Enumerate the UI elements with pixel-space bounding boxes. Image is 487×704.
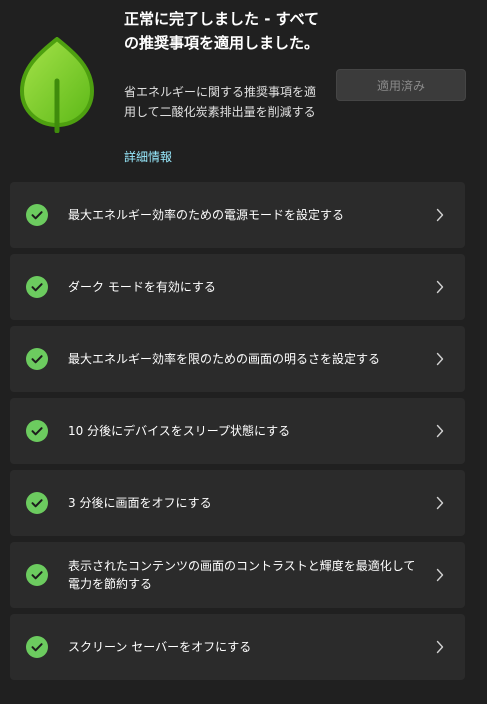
recommendation-item-power-mode[interactable]: 最大エネルギー効率のための電源モードを設定する xyxy=(10,182,465,248)
learn-more-link[interactable]: 詳細情報 xyxy=(124,147,172,167)
check-icon xyxy=(26,204,48,226)
chevron-right-icon xyxy=(436,280,444,294)
chevron-right-icon xyxy=(436,496,444,510)
leaf-icon xyxy=(20,37,94,133)
applied-button[interactable]: 適用済み xyxy=(336,69,466,101)
chevron-right-icon xyxy=(436,424,444,438)
check-icon xyxy=(26,636,48,658)
recommendation-label: 最大エネルギー効率を限のための画面の明るさを設定する xyxy=(68,352,381,366)
chevron-right-icon xyxy=(436,352,444,366)
chevron-right-icon xyxy=(436,208,444,222)
check-icon xyxy=(26,276,48,298)
recommendation-item-contrast[interactable]: 表示されたコンテンツの画面のコントラストと輝度を最適化して電力を節約する xyxy=(10,542,465,608)
check-icon xyxy=(26,564,48,586)
recommendation-label: 最大エネルギー効率のための電源モードを設定する xyxy=(68,208,345,222)
recommendation-label: ダーク モードを有効にする xyxy=(68,280,216,294)
recommendation-item-brightness[interactable]: 最大エネルギー効率を限のための画面の明るさを設定する xyxy=(10,326,465,392)
recommendation-item-screen-off[interactable]: 3 分後に画面をオフにする xyxy=(10,470,465,536)
recommendation-item-sleep[interactable]: 10 分後にデバイスをスリープ状態にする xyxy=(10,398,465,464)
recommendation-label: スクリーン セーバーをオフにする xyxy=(68,640,252,654)
energy-recommendations-page: 正常に完了しました - すべての推奨事項を適用しました。 省エネルギーに関する推… xyxy=(0,0,487,704)
recommendation-label: 表示されたコンテンツの画面のコントラストと輝度を最適化して電力を節約する xyxy=(68,559,416,591)
page-title: 正常に完了しました - すべての推奨事項を適用しました。 xyxy=(124,10,320,52)
check-icon xyxy=(26,492,48,514)
recommendation-item-dark-mode[interactable]: ダーク モードを有効にする xyxy=(10,254,465,320)
chevron-right-icon xyxy=(436,568,444,582)
page-description: 省エネルギーに関する推奨事項を適用して二酸化炭素排出量を削減する xyxy=(124,85,317,119)
chevron-right-icon xyxy=(436,640,444,654)
recommendation-label: 10 分後にデバイスをスリープ状態にする xyxy=(68,424,291,438)
check-icon xyxy=(26,420,48,442)
recommendation-label: 3 分後に画面をオフにする xyxy=(68,496,212,510)
recommendation-item-screen-saver[interactable]: スクリーン セーバーをオフにする xyxy=(10,614,465,680)
check-icon xyxy=(26,348,48,370)
